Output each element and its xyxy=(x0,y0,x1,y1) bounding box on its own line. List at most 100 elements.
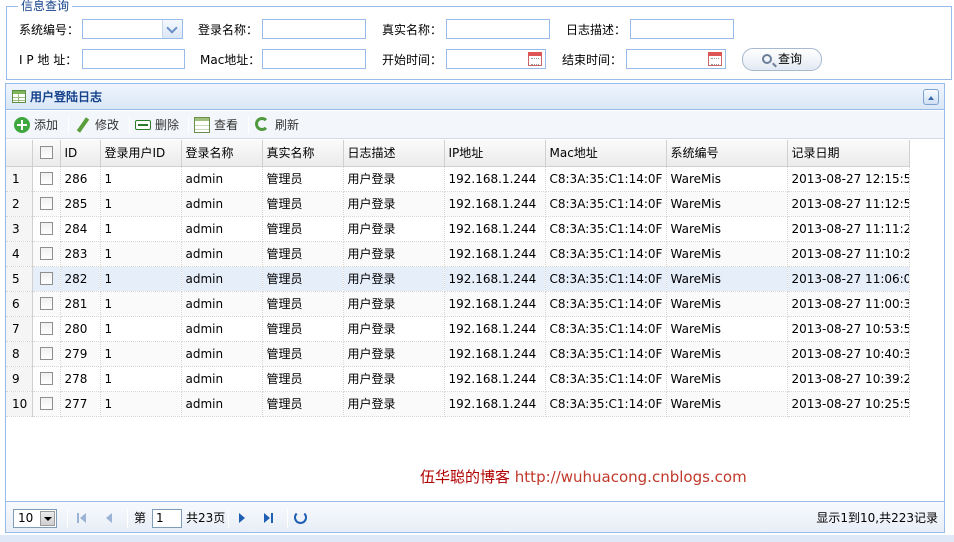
row-checkbox-cell[interactable] xyxy=(32,291,61,317)
pager-separator xyxy=(287,508,288,528)
chevron-down-icon[interactable] xyxy=(40,511,55,526)
date-cell: 2013-08-27 11:10:21 xyxy=(787,241,910,267)
id-cell: 278 xyxy=(60,366,101,392)
page-size-select[interactable]: 10 xyxy=(13,509,57,528)
checkbox-icon[interactable] xyxy=(39,396,53,410)
table-row[interactable]: 5 282 1 admin 管理员 用户登录 192.168.1.244 C8:3A:35:C… xyxy=(6,266,910,292)
date-cell: 2013-08-27 11:00:36 xyxy=(787,291,910,317)
table-row[interactable]: 9 278 1 admin 管理员 用户登录 192.168.1.244 C8:3A:35:C… xyxy=(6,366,910,392)
pencil-icon xyxy=(75,117,91,133)
system-no-cell: WareMis xyxy=(666,316,788,342)
table-row[interactable]: 7 280 1 admin 管理员 用户登录 192.168.1.244 C8:3A:35:C… xyxy=(6,316,910,342)
user-id-cell: 1 xyxy=(100,216,182,242)
login-name-cell: admin xyxy=(181,366,263,392)
first-page-icon[interactable] xyxy=(74,510,90,526)
row-checkbox-cell[interactable] xyxy=(32,241,61,267)
checkbox-icon[interactable] xyxy=(39,271,53,285)
system-no-cell: WareMis xyxy=(666,191,788,217)
ip-label: I P 地 址： xyxy=(19,53,78,67)
table-row[interactable]: 2 285 1 admin 管理员 用户登录 192.168.1.244 C8:3A:35:C… xyxy=(6,191,910,217)
row-number: 9 xyxy=(6,366,33,392)
system-no-cell: WareMis xyxy=(666,266,788,292)
start-time-input[interactable] xyxy=(446,49,546,69)
checkbox-icon[interactable] xyxy=(39,221,53,235)
panel-header: 用户登陆日志 xyxy=(6,84,944,110)
system-no-cell: WareMis xyxy=(666,366,788,392)
window-edge xyxy=(946,83,954,542)
column-header[interactable]: 记录日期 xyxy=(787,140,910,167)
log-desc-cell: 用户登录 xyxy=(343,166,445,192)
row-checkbox-cell[interactable] xyxy=(32,266,61,292)
system-no-cell: WareMis xyxy=(666,241,788,267)
checkbox-icon[interactable] xyxy=(39,171,53,185)
system-no-cell: WareMis xyxy=(666,291,788,317)
watermark-url[interactable]: http://wuhuacong.cnblogs.com xyxy=(515,468,747,486)
checkbox-icon[interactable] xyxy=(39,145,53,159)
system-no-combo[interactable] xyxy=(82,19,183,39)
last-page-icon[interactable] xyxy=(260,510,276,526)
column-header[interactable]: IP地址 xyxy=(444,140,546,167)
column-header[interactable]: 真实名称 xyxy=(262,140,344,167)
mac-input[interactable] xyxy=(262,49,366,69)
checkbox-icon[interactable] xyxy=(39,321,53,335)
reload-icon[interactable] xyxy=(294,511,307,524)
real-name-input[interactable] xyxy=(446,19,550,39)
toolbar-separator xyxy=(129,116,130,134)
data-grid: ID 登录用户ID 登录名称 真实名称 日志描述 IP地址 Mac地址 系统编号… xyxy=(6,140,944,417)
column-header[interactable]: 登录用户ID xyxy=(100,140,182,167)
log-desc-input[interactable] xyxy=(630,19,734,39)
delete-button[interactable]: 删除 xyxy=(135,116,187,134)
row-checkbox-cell[interactable] xyxy=(32,366,61,392)
table-row[interactable]: 4 283 1 admin 管理员 用户登录 192.168.1.244 C8:3A:35:C… xyxy=(6,241,910,267)
row-checkbox-cell[interactable] xyxy=(32,166,61,192)
column-header[interactable]: 登录名称 xyxy=(181,140,263,167)
row-checkbox-cell[interactable] xyxy=(32,191,61,217)
date-cell: 2013-08-27 11:12:57 xyxy=(787,191,910,217)
column-header[interactable]: Mac地址 xyxy=(545,140,667,167)
table-row[interactable]: 3 284 1 admin 管理员 用户登录 192.168.1.244 C8:3A:35:C… xyxy=(6,216,910,242)
calendar-icon[interactable] xyxy=(708,52,722,66)
real-name-cell: 管理员 xyxy=(262,241,344,267)
next-page-icon[interactable] xyxy=(234,510,250,526)
log-desc-cell: 用户登录 xyxy=(343,216,445,242)
pagination-bar: 10 第 1 共23页 显示1到10,共223记录 xyxy=(6,501,944,532)
checkbox-icon[interactable] xyxy=(39,196,53,210)
row-checkbox-cell[interactable] xyxy=(32,316,61,342)
row-checkbox-cell[interactable] xyxy=(32,341,61,367)
select-all-checkbox[interactable] xyxy=(32,140,61,167)
end-time-input[interactable] xyxy=(626,49,726,69)
login-name-input[interactable] xyxy=(262,19,366,39)
column-header[interactable]: 日志描述 xyxy=(343,140,445,167)
edit-button[interactable]: 修改 xyxy=(75,116,127,134)
search-button[interactable]: 查询 xyxy=(742,48,822,71)
column-header[interactable]: 系统编号 xyxy=(666,140,788,167)
checkbox-icon[interactable] xyxy=(39,296,53,310)
calendar-icon[interactable] xyxy=(528,52,542,66)
ip-input[interactable] xyxy=(82,49,185,69)
mac-cell: C8:3A:35:C1:14:0F xyxy=(545,366,667,392)
log-desc-cell: 用户登录 xyxy=(343,341,445,367)
row-checkbox-cell[interactable] xyxy=(32,391,61,417)
prev-page-icon[interactable] xyxy=(102,510,118,526)
ip-cell: 192.168.1.244 xyxy=(444,191,546,217)
table-row[interactable]: 10 277 1 admin 管理员 用户登录 192.168.1.244 C8:3A:35:… xyxy=(6,391,910,417)
id-cell: 279 xyxy=(60,341,101,367)
table-row[interactable]: 1 286 1 admin 管理员 用户登录 192.168.1.244 C8:3A:35:C… xyxy=(6,166,910,192)
column-header[interactable]: ID xyxy=(60,140,101,167)
row-number: 1 xyxy=(6,166,33,192)
add-button[interactable]: 添加 xyxy=(14,116,66,134)
checkbox-icon[interactable] xyxy=(39,371,53,385)
collapse-icon[interactable] xyxy=(923,89,939,105)
current-page-input[interactable]: 1 xyxy=(152,509,182,528)
row-number-header xyxy=(6,140,33,167)
table-row[interactable]: 6 281 1 admin 管理员 用户登录 192.168.1.244 C8:3A:35:C… xyxy=(6,291,910,317)
checkbox-icon[interactable] xyxy=(39,246,53,260)
log-desc-cell: 用户登录 xyxy=(343,241,445,267)
row-checkbox-cell[interactable] xyxy=(32,216,61,242)
chevron-down-icon[interactable] xyxy=(162,20,182,38)
checkbox-icon[interactable] xyxy=(39,346,53,360)
table-row[interactable]: 8 279 1 admin 管理员 用户登录 192.168.1.244 C8:3A:35:C… xyxy=(6,341,910,367)
view-button[interactable]: 查看 xyxy=(194,116,246,134)
search-icon xyxy=(761,54,772,64)
refresh-button[interactable]: 刷新 xyxy=(255,116,307,134)
